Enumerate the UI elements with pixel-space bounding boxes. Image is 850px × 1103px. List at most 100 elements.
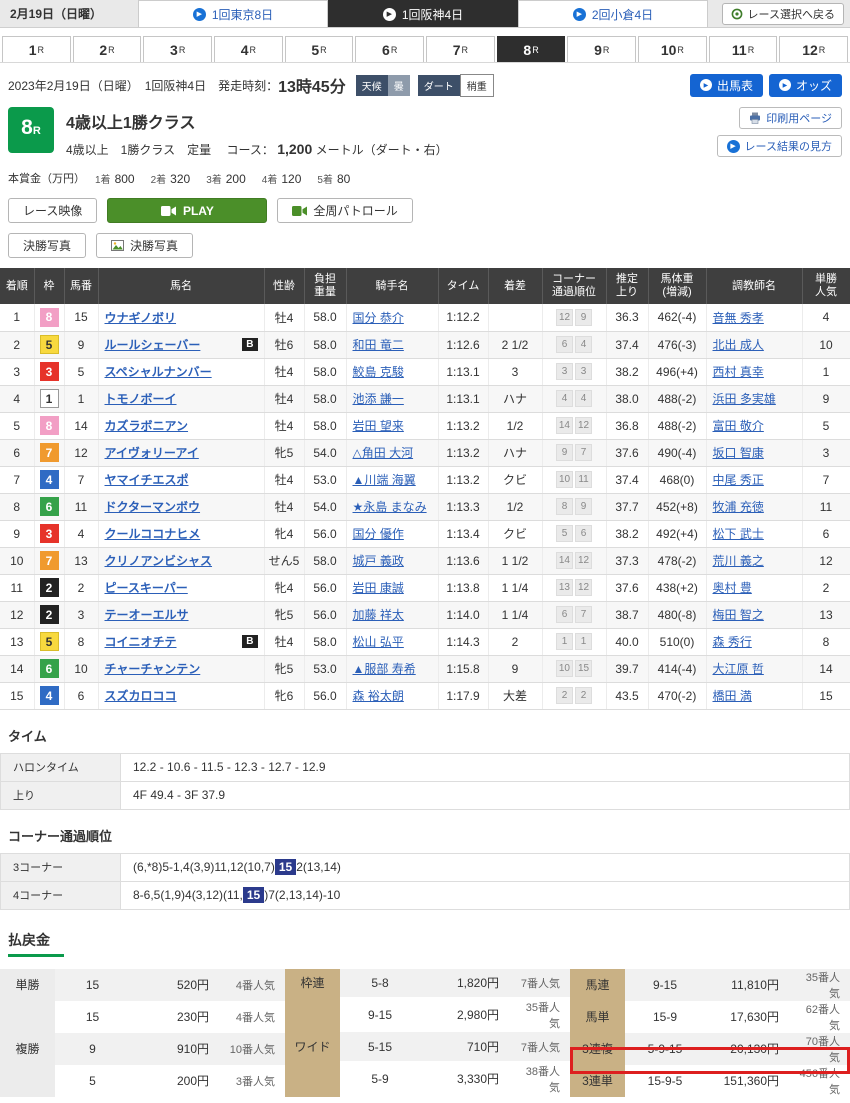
jockey-link[interactable]: ★永島 まなみ xyxy=(353,500,427,514)
trainer-link[interactable]: 音無 秀孝 xyxy=(713,311,764,325)
bet-type-wide: ワイド xyxy=(285,997,340,1096)
horse-name-link[interactable]: トモノボーイ xyxy=(105,390,177,407)
horse-name-link[interactable]: スズカロココ xyxy=(105,687,177,704)
play-button[interactable]: PLAY xyxy=(107,198,267,223)
corner-positions: 64 xyxy=(542,331,606,358)
jockey-link[interactable]: 池添 謙一 xyxy=(353,392,404,406)
trainer-link[interactable]: 荒川 義之 xyxy=(713,554,764,568)
trainer-link[interactable]: 大江原 哲 xyxy=(713,662,764,676)
horse-name-link[interactable]: ルールシェーバー xyxy=(105,336,201,353)
race-tab-9r[interactable]: 9R xyxy=(567,36,636,62)
race-tab-4r[interactable]: 4R xyxy=(214,36,283,62)
jockey-link[interactable]: 和田 竜二 xyxy=(353,338,404,352)
trainer-link[interactable]: 西村 真幸 xyxy=(713,365,764,379)
odds-button[interactable]: ▶ オッズ xyxy=(769,74,842,97)
trainer-cell: 橋田 満 xyxy=(706,682,802,709)
trainer-link[interactable]: 富田 敬介 xyxy=(713,419,764,433)
horse-name-link[interactable]: コイニオチテ xyxy=(105,633,177,650)
jockey-cell: 国分 恭介 xyxy=(346,304,438,331)
frame-number-box: 5 xyxy=(40,632,59,651)
race-tab-10r[interactable]: 10R xyxy=(638,36,707,62)
corner-position-box: 7 xyxy=(575,606,592,623)
horse-name-link[interactable]: クールココナヒメ xyxy=(105,525,201,542)
race-tab-11r[interactable]: 11R xyxy=(709,36,778,62)
entries-button[interactable]: ▶ 出馬表 xyxy=(690,74,763,97)
corner-positions: 1412 xyxy=(542,547,606,574)
video-camera-icon xyxy=(161,206,176,216)
race-tab-suffix: R xyxy=(819,45,826,55)
jockey-link[interactable]: △角田 大河 xyxy=(353,446,414,460)
trainer-link[interactable]: 浜田 多実雄 xyxy=(713,392,776,406)
race-tab-suffix: R xyxy=(677,45,684,55)
race-tab-7r[interactable]: 7R xyxy=(426,36,495,62)
jockey-link[interactable]: 岩田 望来 xyxy=(353,419,404,433)
patrol-video-button[interactable]: 全周パトロール xyxy=(277,198,412,223)
result-guide-button[interactable]: ▶ レース結果の見方 xyxy=(717,135,842,157)
race-video-button[interactable]: レース映像 xyxy=(8,198,97,223)
back-to-race-select-button[interactable]: レース選択へ戻る xyxy=(722,3,844,25)
meeting-tab-kokura[interactable]: ▶ 2回小倉4日 xyxy=(518,0,708,27)
sex-age: 牡4 xyxy=(264,304,304,331)
race-tab-5r[interactable]: 5R xyxy=(285,36,354,62)
win-favorite-rank: 11 xyxy=(802,493,850,520)
trainer-link[interactable]: 北出 成人 xyxy=(713,338,764,352)
trainer-link[interactable]: 橋田 満 xyxy=(713,689,752,703)
jockey-link[interactable]: 城戸 義政 xyxy=(353,554,404,568)
column-header: タイム xyxy=(438,268,488,304)
jockey-link[interactable]: 国分 恭介 xyxy=(353,311,404,325)
race-tab-8r[interactable]: 8R xyxy=(497,36,566,62)
finish-position: 13 xyxy=(0,628,34,655)
horse-name-link[interactable]: ドクターマンボウ xyxy=(105,498,201,515)
corner-table: 3コーナー (6,*8)5-1,4(3,9)11,12(10,7)152(13,… xyxy=(0,853,850,910)
horse-name-link[interactable]: クリノアンビシャス xyxy=(105,552,213,569)
horse-name-link[interactable]: チャーチャンテン xyxy=(105,660,201,677)
sex-age: 牡4 xyxy=(264,493,304,520)
jockey-link[interactable]: 国分 優作 xyxy=(353,527,404,541)
horse-name-link[interactable]: ヤマイチエスポ xyxy=(105,471,189,488)
jockey-link[interactable]: 岩田 康誠 xyxy=(353,581,404,595)
horse-name-link[interactable]: スペシャルナンバー xyxy=(105,363,212,380)
finish-photo-tab[interactable]: 決勝写真 xyxy=(8,233,86,258)
race-tab-12r[interactable]: 12R xyxy=(779,36,848,62)
trainer-cell: 中尾 秀正 xyxy=(706,466,802,493)
margin: 9 xyxy=(488,655,542,682)
jockey-link[interactable]: ▲川端 海翼 xyxy=(353,473,416,487)
trainer-link[interactable]: 梅田 智之 xyxy=(713,608,764,622)
corner3-label: 3コーナー xyxy=(1,853,121,881)
trainer-link[interactable]: 奥村 豊 xyxy=(713,581,752,595)
jockey-link[interactable]: ▲服部 寿希 xyxy=(353,662,416,676)
race-tab-suffix: R xyxy=(391,45,398,55)
meeting-tab-hanshin[interactable]: ▶ 1回阪神4日 xyxy=(328,0,518,27)
race-tab-3r[interactable]: 3R xyxy=(143,36,212,62)
margin: 1/2 xyxy=(488,493,542,520)
jockey-link[interactable]: 松山 弘平 xyxy=(353,635,404,649)
trainer-link[interactable]: 牧浦 充徳 xyxy=(713,500,764,514)
carried-weight: 58.0 xyxy=(304,358,346,385)
horse-name-cell: スペシャルナンバー xyxy=(98,358,264,385)
jockey-link[interactable]: 鮫島 克駿 xyxy=(353,365,404,379)
race-tab-6r[interactable]: 6R xyxy=(355,36,424,62)
trainer-link[interactable]: 坂口 智康 xyxy=(713,446,764,460)
trainer-link[interactable]: 松下 武士 xyxy=(713,527,764,541)
last-3f-time: 37.6 xyxy=(606,574,648,601)
horse-weight: 476(-3) xyxy=(648,331,706,358)
trainer-link[interactable]: 森 秀行 xyxy=(713,635,752,649)
horse-name-link[interactable]: ピースキーパー xyxy=(105,579,188,596)
finish-time: 1:13.2 xyxy=(438,412,488,439)
jockey-link[interactable]: 加藤 祥太 xyxy=(353,608,404,622)
column-header: 性齢 xyxy=(264,268,304,304)
trainer-link[interactable]: 中尾 秀正 xyxy=(713,473,764,487)
print-page-button[interactable]: 印刷用ページ xyxy=(739,107,842,129)
horse-name-link[interactable]: ウナギノボリ xyxy=(105,309,177,326)
corner-position-box: 12 xyxy=(556,309,573,326)
horse-name-link[interactable]: テーオーエルサ xyxy=(105,606,189,623)
result-row: 1358コイニオチテB牡458.0松山 弘平1:14.321140.0510(0… xyxy=(0,628,850,655)
last-3f-time: 38.2 xyxy=(606,520,648,547)
finish-photo-button[interactable]: 決勝写真 xyxy=(96,233,193,258)
horse-name-link[interactable]: カズラボニアン xyxy=(105,417,189,434)
jockey-link[interactable]: 森 裕太朗 xyxy=(353,689,404,703)
race-tab-2r[interactable]: 2R xyxy=(73,36,142,62)
race-tab-1r[interactable]: 1R xyxy=(2,36,71,62)
meeting-tab-tokyo[interactable]: ▶ 1回東京8日 xyxy=(138,0,328,27)
horse-name-link[interactable]: アイヴォリーアイ xyxy=(105,444,199,461)
